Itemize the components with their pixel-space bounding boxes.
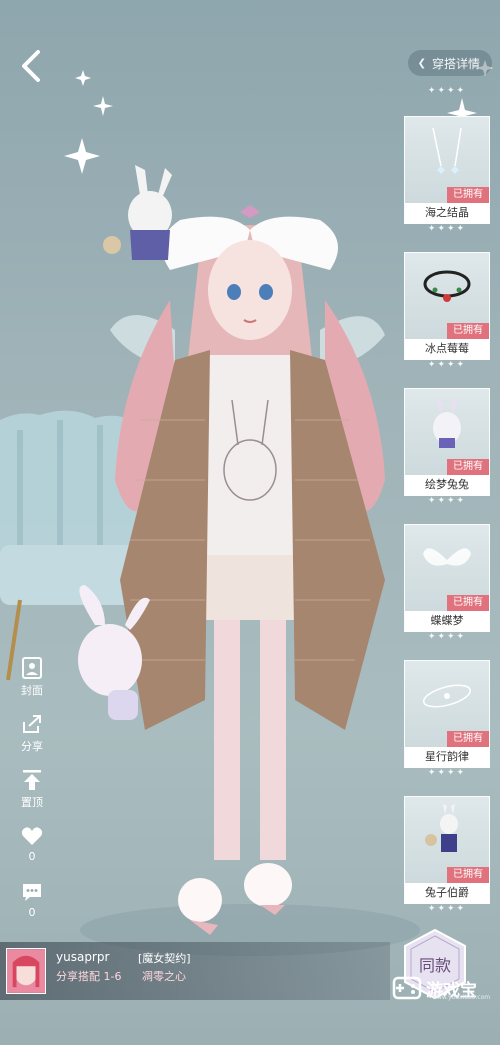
comment-icon [23,884,41,901]
item-name: 海之结晶 [405,203,489,223]
chevron-left-icon: ❮ [417,57,426,69]
item-card[interactable]: 已拥有 冰点莓莓 [404,252,490,360]
watermark-url: www.youxibao.com [432,994,491,1001]
rabbit-count-icon [405,797,489,867]
rating-stars-decoration: ✦✦✦✦ [427,224,467,234]
comment-count: 0 [28,906,36,919]
comment-button[interactable]: 0 [14,880,50,919]
owned-badge: 已拥有 [447,459,489,475]
watermark: 游戏宝 www.youxibao.com [392,968,500,1008]
pin-top-label: 置顶 [21,796,43,809]
like-button[interactable]: 0 [14,824,50,863]
username: yusaprpr [56,950,110,964]
item-card[interactable]: 已拥有 星行韵律 [404,660,490,768]
item-card[interactable]: 已拥有 海之结晶 [404,116,490,224]
outfit-tag: [魔女契约] [138,952,191,965]
outfit-detail-button[interactable]: ❮ 穿搭详情 [407,50,492,76]
item-name: 冰点莓莓 [405,339,489,359]
share-button[interactable]: 分享 [14,712,50,754]
game-scene: ❮ 穿搭详情 ✦✦✦✦ 已拥有 海之结晶 ✦✦✦✦ 已拥有 冰点莓莓 ✦✦✦✦ … [0,0,500,1045]
item-name: 绘梦兔兔 [405,475,489,495]
star-orbit-icon [405,661,489,731]
avatar[interactable] [6,948,46,994]
share-icon [23,715,41,733]
owned-badge: 已拥有 [447,595,489,611]
pin-top-icon [23,770,41,790]
rating-stars-decoration: ✦✦✦✦ [427,86,467,96]
item-name: 兔子伯爵 [405,883,489,903]
gamepad-logo-icon [392,976,422,1000]
back-arrow-icon [22,50,40,82]
item-card[interactable]: 已拥有 绘梦兔兔 [404,388,490,496]
rating-stars-decoration: ✦✦✦✦ [427,360,467,370]
butterfly-wings-icon [405,525,489,595]
item-card[interactable]: 已拥有 兔子伯爵 [404,796,490,904]
cover-label: 封面 [21,684,43,697]
heart-icon [21,827,43,845]
share-label: 分享 [21,740,43,753]
cover-button[interactable]: 封面 [14,656,50,698]
cover-portrait-icon [22,657,42,679]
series-name: 凋零之心 [142,970,186,983]
item-name: 蝶蝶梦 [405,611,489,631]
pin-top-button[interactable]: 置顶 [14,768,50,810]
share-info: 分享搭配 1-6 [56,970,122,983]
owned-badge: 已拥有 [447,187,489,203]
rating-stars-decoration: ✦✦✦✦ [427,904,467,914]
bunny-plush-icon [405,389,489,459]
outfit-detail-label: 穿搭详情 [431,56,480,71]
berry-choker-icon [405,253,489,323]
item-card[interactable]: 已拥有 蝶蝶梦 [404,524,490,632]
like-count: 0 [28,850,36,863]
rating-stars-decoration: ✦✦✦✦ [427,632,467,642]
back-button[interactable] [12,44,52,88]
owned-badge: 已拥有 [447,731,489,747]
crystal-earring-icon [405,117,489,187]
user-info-bar[interactable]: yusaprpr [魔女契约] 分享搭配 1-6 凋零之心 [0,942,390,1000]
rating-stars-decoration: ✦✦✦✦ [427,496,467,506]
item-name: 星行韵律 [405,747,489,767]
owned-badge: 已拥有 [447,323,489,339]
rating-stars-decoration: ✦✦✦✦ [427,768,467,778]
owned-badge: 已拥有 [447,867,489,883]
